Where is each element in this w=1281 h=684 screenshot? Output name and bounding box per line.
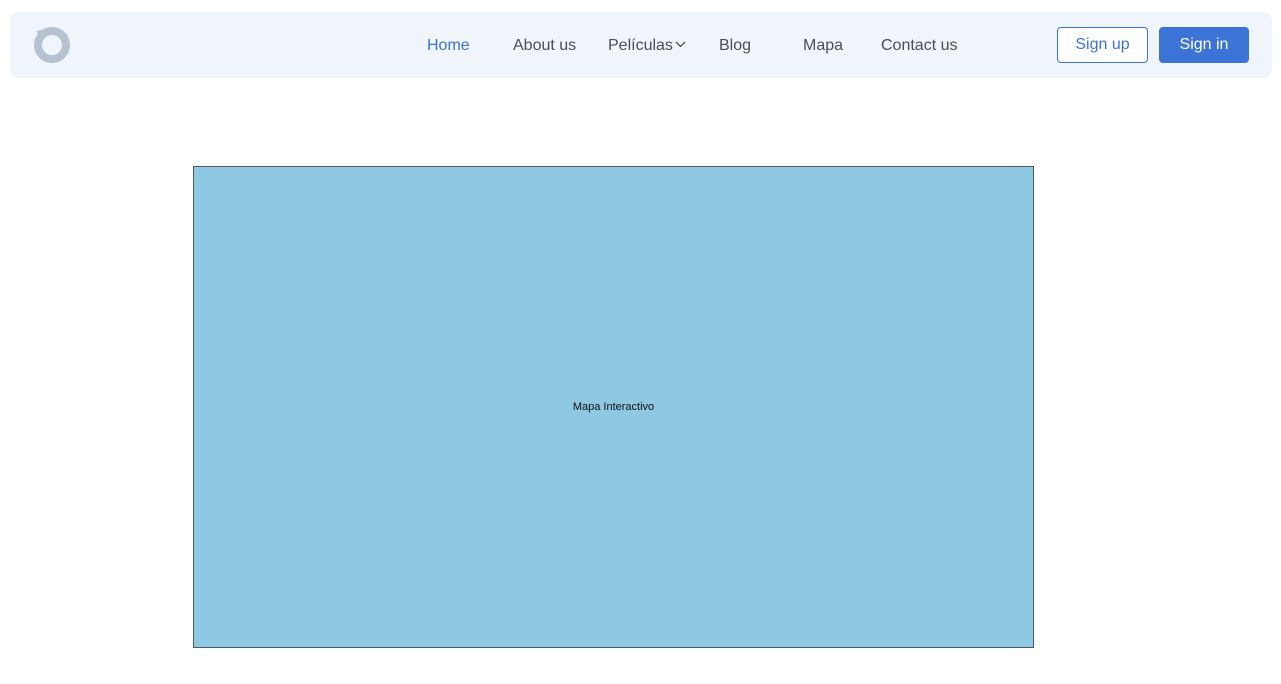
nav-contact-link[interactable]: Contact us — [881, 36, 957, 56]
sign-up-button[interactable]: Sign up — [1057, 27, 1148, 63]
map-label: Mapa Interactivo — [572, 401, 655, 413]
interactive-map[interactable]: Mapa Interactivo — [193, 166, 1034, 648]
nav-about-link[interactable]: About us — [513, 36, 576, 56]
top-navbar: Home About us Películas Blog Mapa Contac… — [10, 12, 1272, 78]
chevron-down-icon — [675, 41, 686, 48]
nav-home-link[interactable]: Home — [427, 36, 470, 56]
nav-blog-link[interactable]: Blog — [719, 36, 751, 56]
nav-mapa-link[interactable]: Mapa — [803, 36, 843, 56]
sign-in-button[interactable]: Sign in — [1159, 27, 1249, 63]
logo-icon[interactable] — [32, 25, 72, 65]
nav-peliculas-label: Películas — [608, 37, 673, 54]
nav-peliculas-dropdown[interactable]: Películas — [608, 36, 686, 56]
